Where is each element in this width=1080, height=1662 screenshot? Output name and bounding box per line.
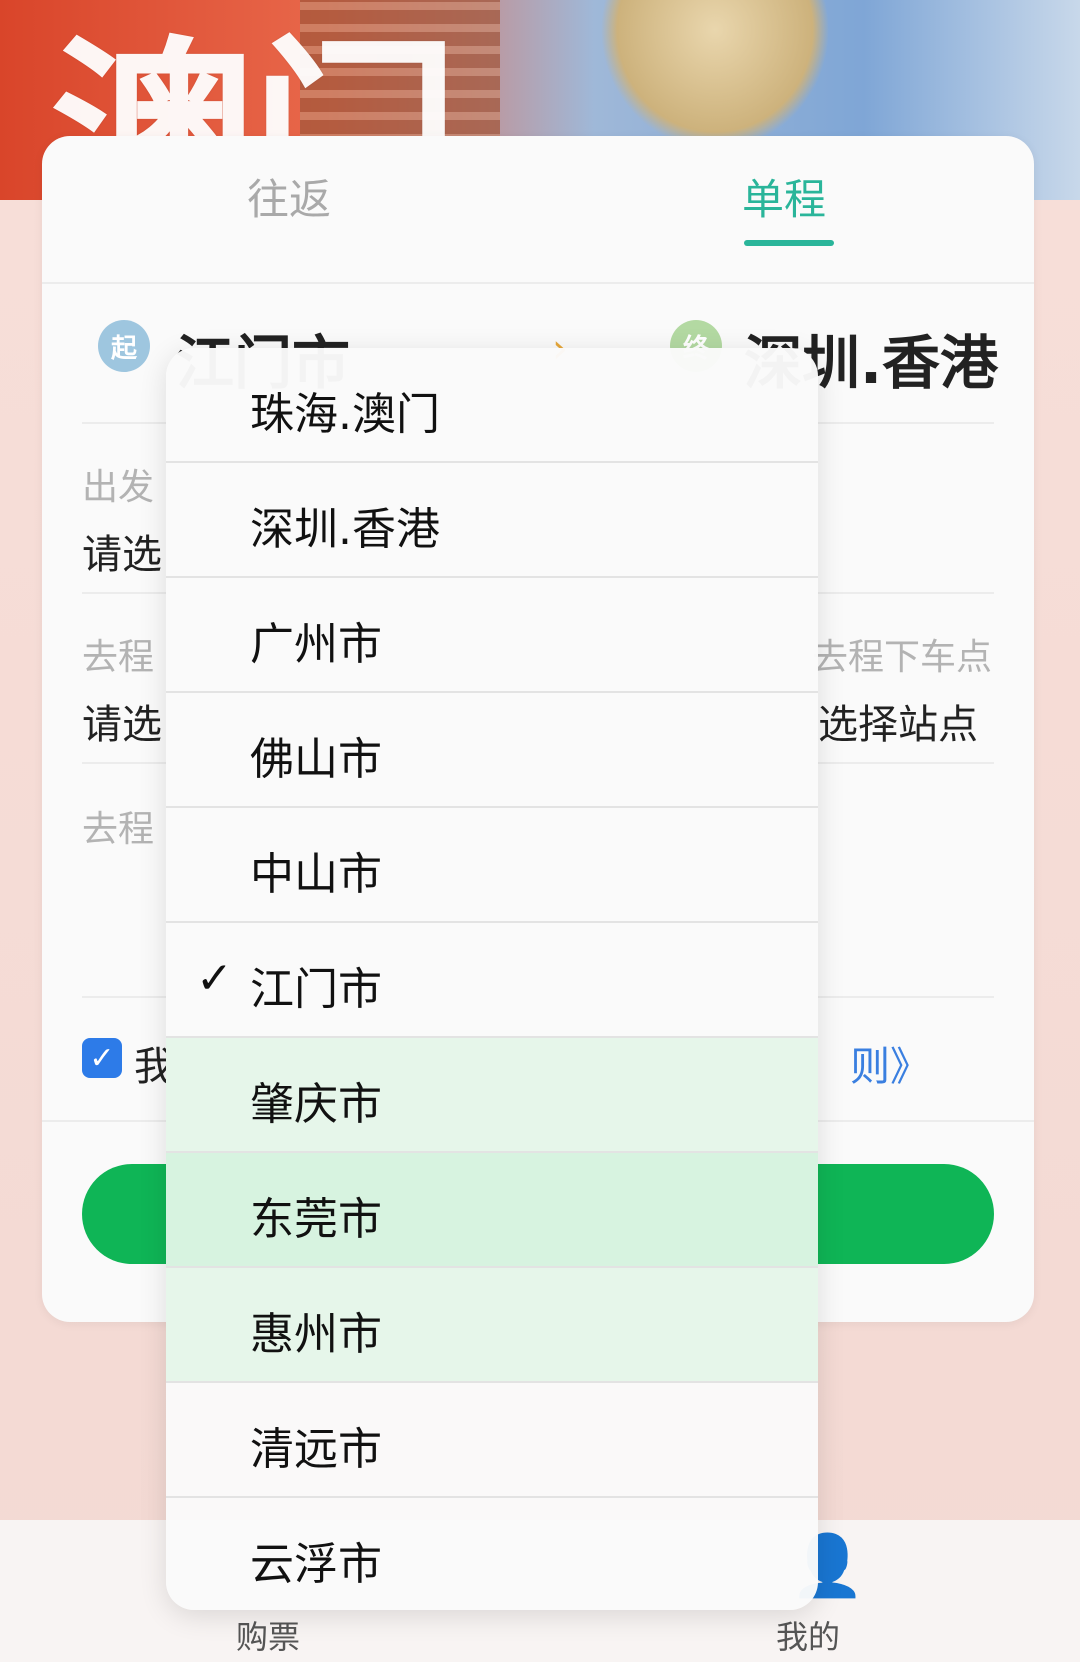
city-option[interactable]: 广州市 [166, 578, 818, 693]
city-option-label: 惠州市 [250, 1309, 382, 1360]
city-option-label: 中山市 [250, 849, 382, 900]
tab-oneway[interactable]: 单程 [742, 166, 826, 227]
nav-my-account[interactable]: 我的 [776, 1612, 840, 1658]
pickup-label: 去程 [82, 637, 155, 678]
city-option[interactable]: 中山市 [166, 808, 818, 923]
departure-label: 出发 [82, 467, 155, 508]
rules-link[interactable]: 则》 [850, 1034, 930, 1092]
banner-tower-image [600, 0, 830, 150]
nav-buy-tickets[interactable]: 购票 [236, 1612, 300, 1658]
checkmark-icon: ✓ [196, 953, 233, 1004]
city-option[interactable]: 东莞市 [166, 1153, 818, 1268]
city-option[interactable]: 佛山市 [166, 693, 818, 808]
city-option-label: 佛山市 [250, 734, 382, 785]
origin-pin-icon: 起 [98, 320, 150, 380]
agreement-checkbox[interactable]: ✓ [82, 1038, 122, 1078]
city-option[interactable]: 惠州市 [166, 1268, 818, 1383]
pickup-value[interactable]: 请选 [82, 692, 162, 750]
city-option-label: 清远市 [250, 1424, 382, 1475]
city-option[interactable]: 深圳.香港 [166, 463, 818, 578]
dropoff-label: 去程下车点 [812, 637, 993, 678]
city-option-selected[interactable]: ✓ 江门市 [166, 923, 818, 1038]
time-label: 去程 [82, 809, 155, 850]
city-picker-dropdown: 珠海.澳门 深圳.香港 广州市 佛山市 中山市 ✓ 江门市 肇庆市 东莞市 惠州… [166, 348, 818, 1610]
city-option-label: 珠海.澳门 [250, 389, 440, 440]
city-option-label: 深圳.香港 [250, 504, 440, 555]
city-option-label: 肇庆市 [250, 1079, 382, 1130]
trip-type-tabs: 往返 单程 [42, 136, 1034, 284]
city-option[interactable]: 云浮市 [166, 1498, 818, 1610]
tab-roundtrip[interactable]: 往返 [247, 166, 331, 227]
city-option[interactable]: 肇庆市 [166, 1038, 818, 1153]
city-option-label: 云浮市 [250, 1539, 382, 1590]
city-option-label: 广州市 [250, 619, 382, 670]
city-option[interactable]: 珠海.澳门 [166, 348, 818, 463]
city-option-label: 江门市 [250, 964, 382, 1015]
departure-value[interactable]: 请选 [82, 522, 162, 580]
active-tab-indicator [744, 240, 834, 246]
city-option[interactable]: 清远市 [166, 1383, 818, 1498]
city-option-label: 东莞市 [250, 1194, 382, 1245]
dropoff-value[interactable]: 选择站点 [818, 692, 978, 750]
